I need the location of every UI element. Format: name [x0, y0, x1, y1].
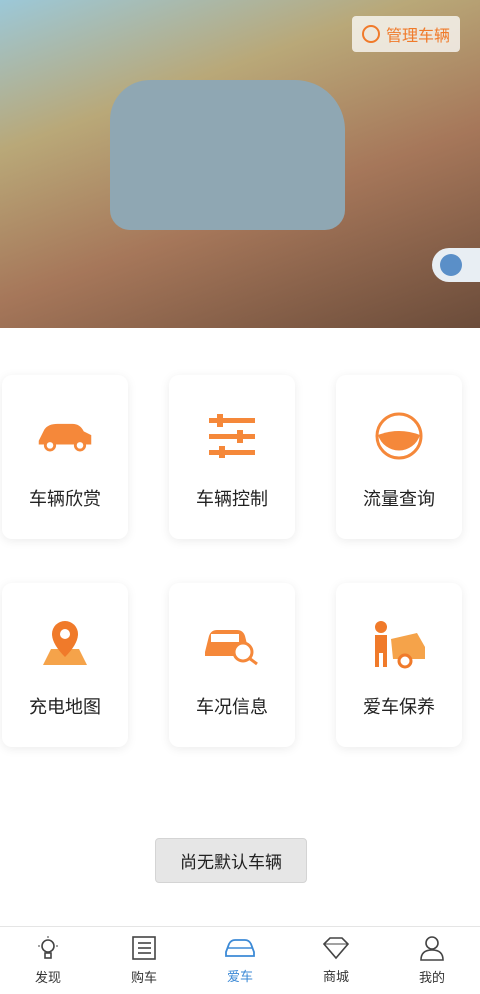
feature-car-maintenance[interactable]: 爱车保养	[336, 583, 462, 747]
feature-car-gallery[interactable]: 车辆欣赏	[2, 375, 128, 539]
tab-discover[interactable]: 发现	[0, 927, 96, 994]
sliders-icon	[202, 411, 262, 461]
gauge-icon	[369, 411, 429, 461]
feature-vehicle-status[interactable]: 车况信息	[169, 583, 295, 747]
feature-label: 车况信息	[196, 697, 268, 718]
map-pin-icon	[35, 619, 95, 669]
tab-label: 我的	[418, 971, 445, 986]
tab-me[interactable]: 我的	[384, 927, 480, 994]
car-search-icon	[202, 619, 262, 669]
tab-mall[interactable]: 商城	[288, 927, 384, 994]
diamond-icon	[322, 937, 350, 960]
feature-label: 车辆欣赏	[29, 489, 101, 510]
tab-label: 爱车	[226, 970, 253, 985]
mechanic-icon	[369, 619, 429, 669]
car-image	[110, 80, 345, 230]
car-icon	[35, 411, 95, 461]
call-button[interactable]	[432, 248, 480, 282]
list-icon	[132, 936, 156, 960]
phone-icon	[440, 254, 462, 276]
feature-label: 流量查询	[363, 489, 435, 510]
tab-buy-car[interactable]: 购车	[96, 927, 192, 994]
feature-vehicle-control[interactable]: 车辆控制	[169, 375, 295, 539]
user-icon	[420, 936, 444, 961]
car-icon	[225, 939, 255, 957]
manage-icon	[361, 25, 380, 43]
tab-label: 商城	[322, 970, 349, 985]
manage-vehicles-label: 管理车辆	[385, 26, 450, 45]
feature-label: 爱车保养	[363, 697, 435, 718]
feature-label: 充电地图	[29, 697, 101, 718]
manage-vehicles-button[interactable]: 管理车辆	[351, 16, 460, 52]
no-default-vehicle-button[interactable]: 尚无默认车辆	[155, 838, 307, 883]
feature-data-query[interactable]: 流量查询	[336, 375, 462, 539]
feature-charging-map[interactable]: 充电地图	[2, 583, 128, 747]
feature-label: 车辆控制	[196, 489, 268, 510]
bottom-tab-bar: 发现 购车 爱车 商城 我的	[0, 926, 480, 994]
tab-label: 购车	[130, 971, 157, 986]
tab-label: 发现	[34, 971, 61, 986]
tab-my-car[interactable]: 爱车	[192, 927, 288, 994]
bulb-icon	[38, 936, 58, 959]
hero-banner: 管理车辆	[0, 0, 480, 328]
